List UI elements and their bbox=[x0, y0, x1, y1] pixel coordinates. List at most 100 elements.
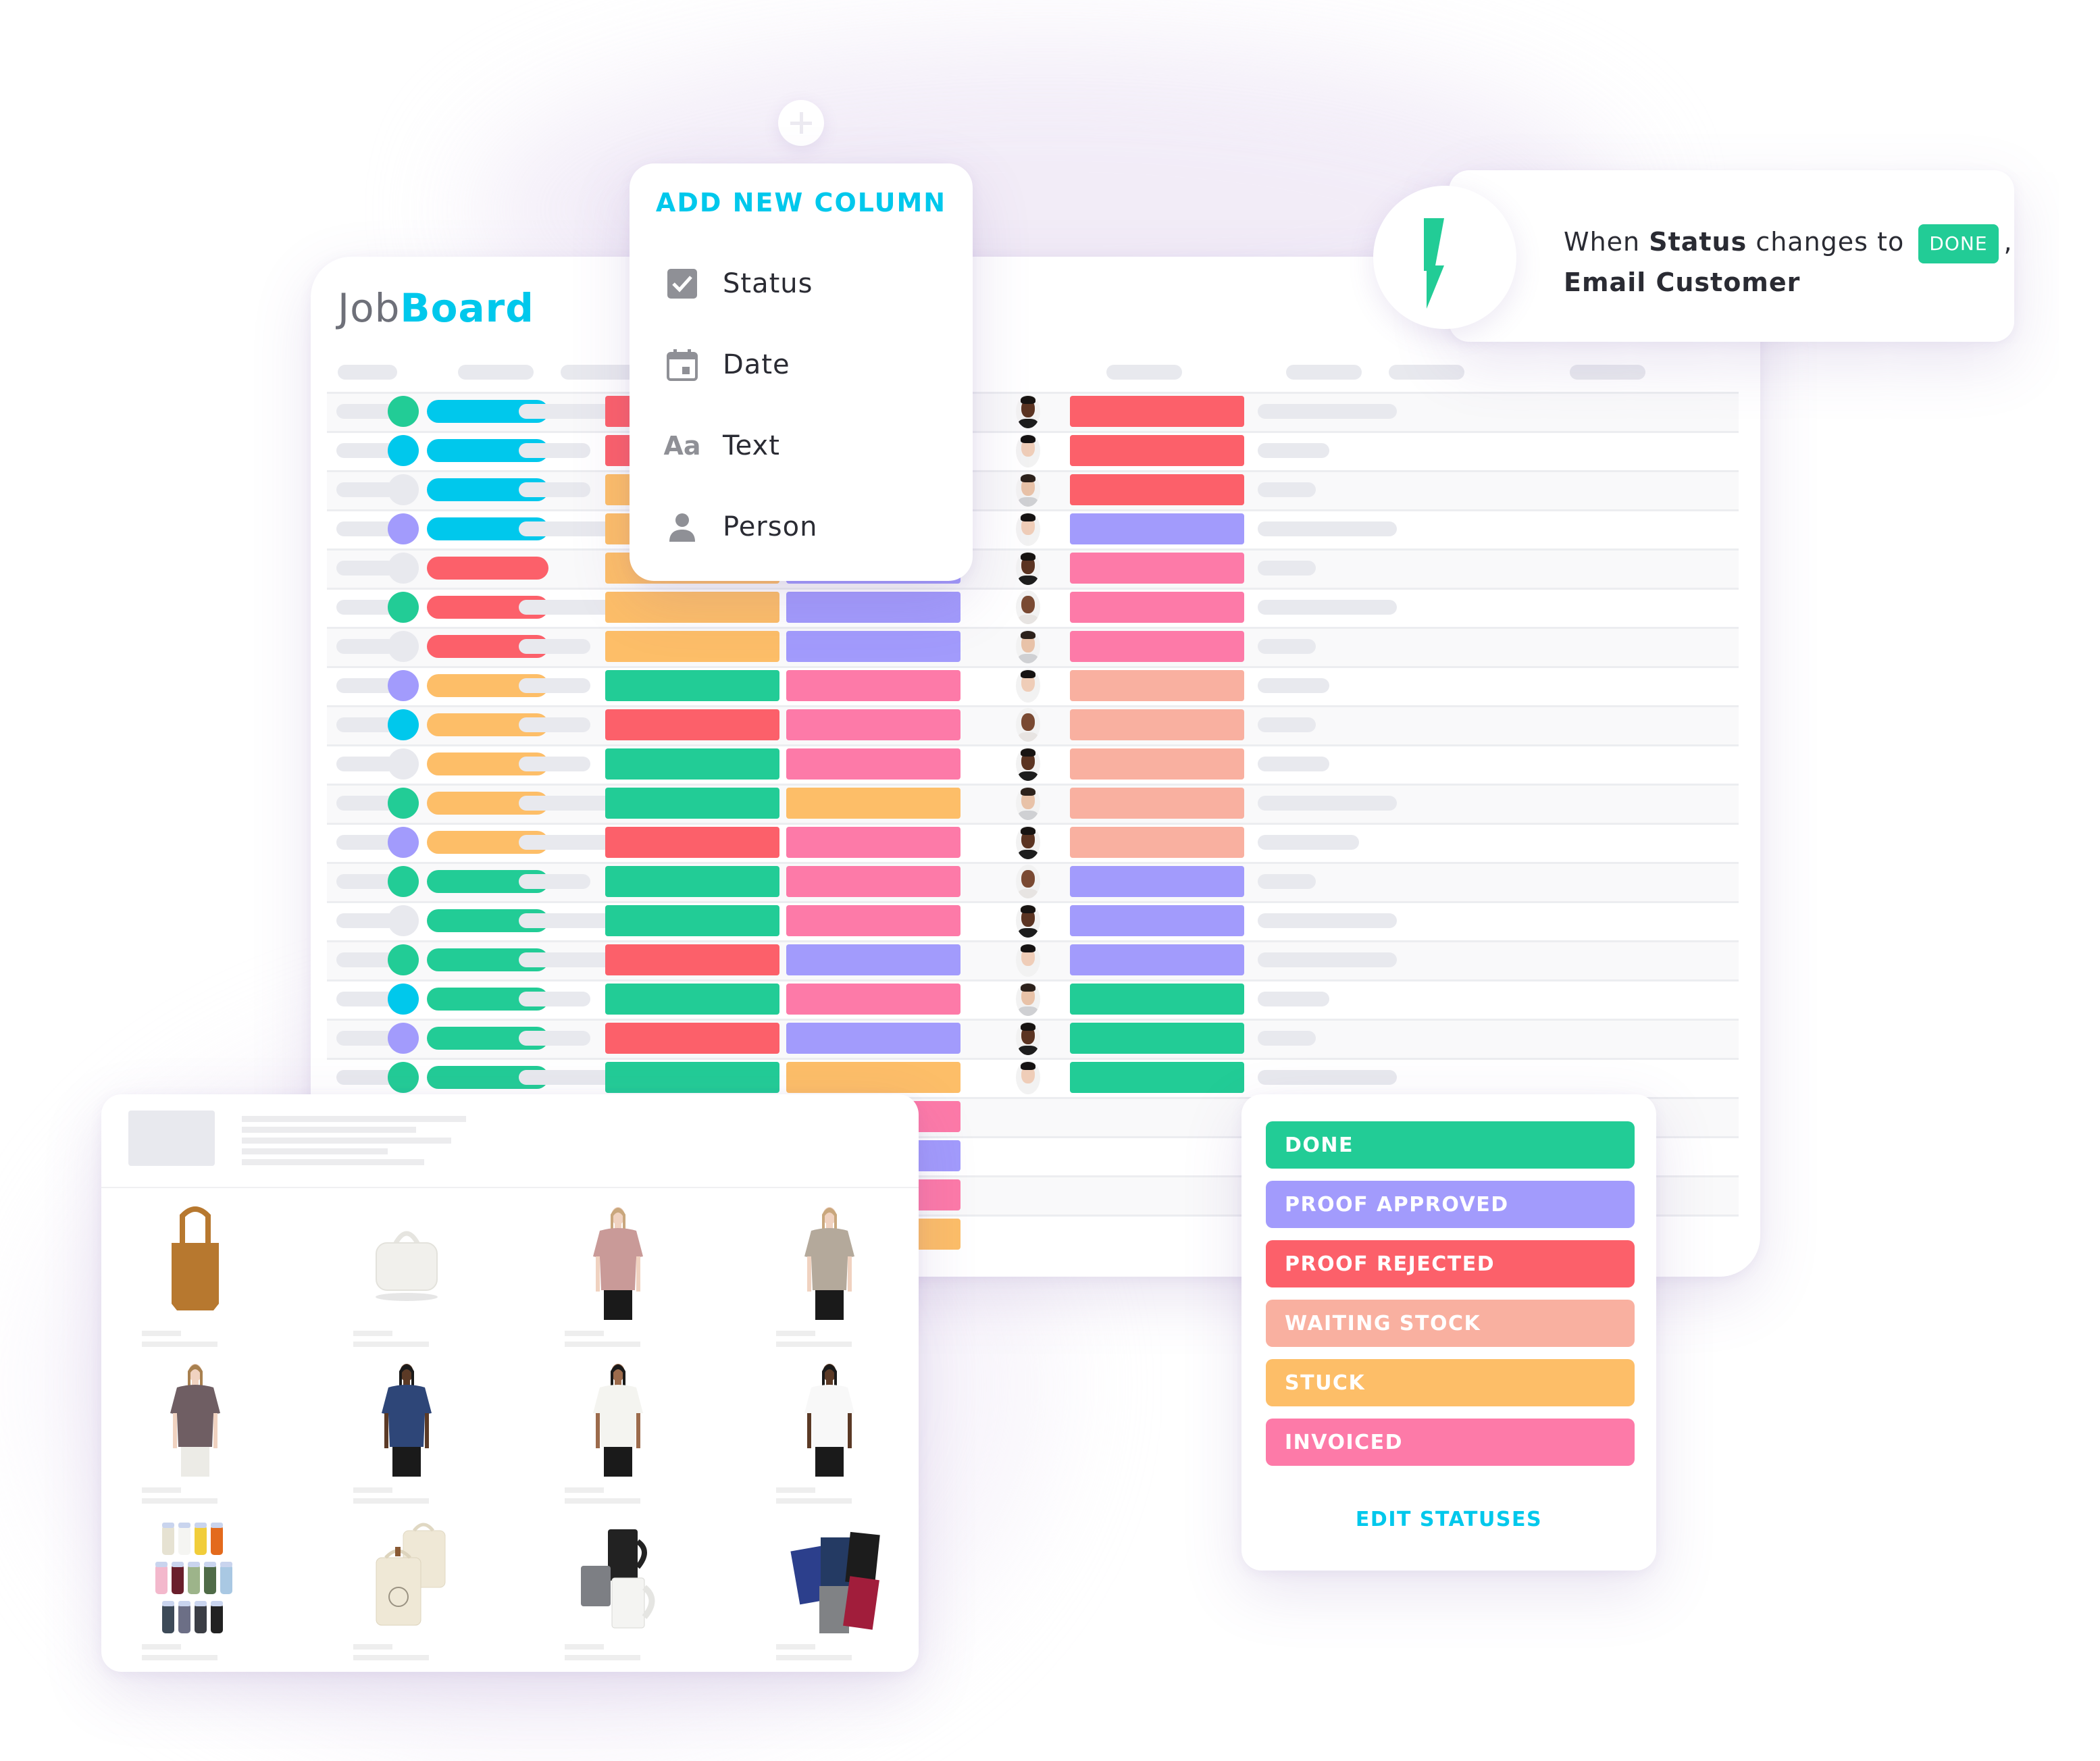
status-cell[interactable] bbox=[1070, 474, 1244, 505]
status-dot[interactable] bbox=[388, 827, 419, 858]
avatar[interactable] bbox=[1016, 708, 1040, 742]
status-option-stuck[interactable]: STUCK bbox=[1266, 1359, 1635, 1406]
status-cell[interactable] bbox=[1070, 396, 1244, 427]
avatar[interactable] bbox=[1016, 434, 1040, 467]
status-cell[interactable] bbox=[605, 866, 779, 897]
status-cell[interactable] bbox=[786, 670, 961, 701]
status-cell[interactable] bbox=[1070, 709, 1244, 740]
product-item[interactable] bbox=[534, 1352, 736, 1509]
table-row[interactable] bbox=[327, 470, 1739, 509]
product-item[interactable] bbox=[111, 1196, 313, 1352]
status-cell[interactable] bbox=[1070, 827, 1244, 858]
status-cell[interactable] bbox=[605, 788, 779, 819]
status-cell[interactable] bbox=[605, 984, 779, 1015]
column-type-status[interactable]: Status bbox=[666, 263, 813, 304]
status-cell[interactable] bbox=[1070, 1062, 1244, 1093]
product-item[interactable] bbox=[322, 1196, 525, 1352]
status-dot[interactable] bbox=[388, 905, 419, 936]
product-item[interactable] bbox=[111, 1509, 313, 1666]
status-cell[interactable] bbox=[1070, 553, 1244, 584]
status-option-proof-approved[interactable]: PROOF APPROVED bbox=[1266, 1181, 1635, 1228]
table-row[interactable] bbox=[327, 979, 1739, 1019]
status-cell[interactable] bbox=[605, 670, 779, 701]
status-cell[interactable] bbox=[1070, 866, 1244, 897]
column-header[interactable] bbox=[1286, 365, 1362, 380]
status-dot[interactable] bbox=[388, 1062, 419, 1093]
avatar[interactable] bbox=[1016, 943, 1040, 977]
status-dot[interactable] bbox=[388, 944, 419, 975]
column-type-text[interactable]: Aa Text bbox=[663, 426, 780, 466]
status-dot[interactable] bbox=[388, 788, 419, 819]
product-item[interactable] bbox=[534, 1509, 736, 1666]
status-cell[interactable] bbox=[1070, 944, 1244, 975]
status-dot[interactable] bbox=[388, 513, 419, 544]
column-header[interactable] bbox=[338, 365, 397, 380]
avatar[interactable] bbox=[1016, 512, 1040, 546]
status-cell[interactable] bbox=[1070, 513, 1244, 544]
product-item[interactable] bbox=[111, 1352, 313, 1509]
column-header[interactable] bbox=[1389, 365, 1464, 380]
table-row[interactable] bbox=[327, 509, 1739, 548]
table-row[interactable] bbox=[327, 431, 1739, 470]
table-row[interactable] bbox=[327, 1019, 1739, 1058]
avatar[interactable] bbox=[1016, 669, 1040, 703]
avatar[interactable] bbox=[1016, 1061, 1040, 1094]
product-item[interactable] bbox=[534, 1196, 736, 1352]
status-cell[interactable] bbox=[1070, 670, 1244, 701]
status-dot[interactable] bbox=[388, 866, 419, 897]
status-cell[interactable] bbox=[605, 1023, 779, 1054]
table-row[interactable] bbox=[327, 548, 1739, 588]
status-cell[interactable] bbox=[786, 905, 961, 936]
column-header[interactable] bbox=[1570, 365, 1645, 380]
table-row[interactable] bbox=[327, 627, 1739, 666]
product-item[interactable] bbox=[322, 1352, 525, 1509]
status-cell[interactable] bbox=[1070, 1023, 1244, 1054]
status-dot[interactable] bbox=[388, 1023, 419, 1054]
column-header[interactable] bbox=[561, 365, 636, 380]
status-cell[interactable] bbox=[786, 866, 961, 897]
status-cell[interactable] bbox=[605, 944, 779, 975]
status-cell[interactable] bbox=[1070, 788, 1244, 819]
table-row[interactable] bbox=[327, 588, 1739, 627]
status-option-waiting-stock[interactable]: WAITING STOCK bbox=[1266, 1300, 1635, 1347]
status-dot[interactable] bbox=[388, 631, 419, 662]
status-cell[interactable] bbox=[605, 748, 779, 780]
status-cell[interactable] bbox=[1070, 631, 1244, 662]
table-row[interactable] bbox=[327, 862, 1739, 901]
status-dot[interactable] bbox=[388, 709, 419, 740]
status-dot[interactable] bbox=[388, 748, 419, 780]
avatar[interactable] bbox=[1016, 786, 1040, 820]
status-cell[interactable] bbox=[786, 984, 961, 1015]
column-type-date[interactable]: Date bbox=[666, 344, 790, 385]
status-dot[interactable] bbox=[388, 474, 419, 505]
column-header[interactable] bbox=[458, 365, 534, 380]
status-cell[interactable] bbox=[1070, 748, 1244, 780]
avatar[interactable] bbox=[1016, 982, 1040, 1016]
status-cell[interactable] bbox=[605, 631, 779, 662]
add-column-plus-button[interactable] bbox=[778, 100, 824, 146]
status-cell[interactable] bbox=[786, 788, 961, 819]
avatar[interactable] bbox=[1016, 590, 1040, 624]
status-cell[interactable] bbox=[786, 827, 961, 858]
status-option-done[interactable]: DONE bbox=[1266, 1121, 1635, 1169]
status-cell[interactable] bbox=[605, 592, 779, 623]
column-header[interactable] bbox=[1106, 365, 1182, 380]
status-cell[interactable] bbox=[1070, 435, 1244, 466]
status-cell[interactable] bbox=[786, 1023, 961, 1054]
table-row[interactable] bbox=[327, 784, 1739, 823]
status-dot[interactable] bbox=[388, 553, 419, 584]
status-cell[interactable] bbox=[786, 748, 961, 780]
status-cell[interactable] bbox=[786, 631, 961, 662]
status-cell[interactable] bbox=[605, 1062, 779, 1093]
table-row[interactable] bbox=[327, 744, 1739, 784]
table-row[interactable] bbox=[327, 666, 1739, 705]
avatar[interactable] bbox=[1016, 473, 1040, 507]
avatar[interactable] bbox=[1016, 1021, 1040, 1055]
avatar[interactable] bbox=[1016, 865, 1040, 898]
status-cell[interactable] bbox=[786, 592, 961, 623]
product-item[interactable] bbox=[745, 1352, 948, 1509]
table-row[interactable] bbox=[327, 823, 1739, 862]
status-dot[interactable] bbox=[388, 984, 419, 1015]
status-cell[interactable] bbox=[1070, 984, 1244, 1015]
column-type-person[interactable]: Person bbox=[666, 507, 817, 547]
